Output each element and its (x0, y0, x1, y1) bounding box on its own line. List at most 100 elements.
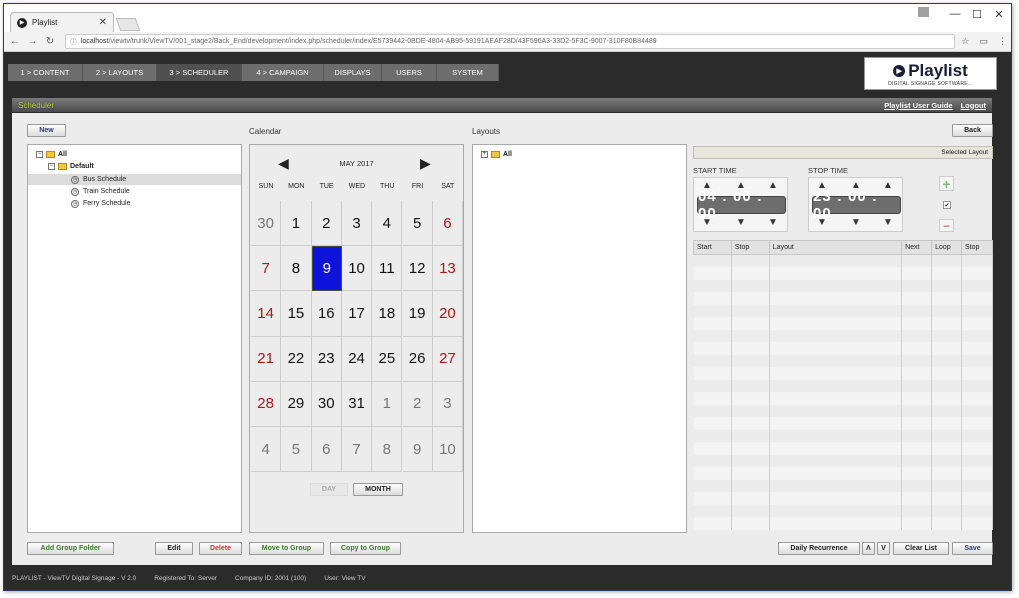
col-layout[interactable]: Layout (768, 240, 903, 255)
nav-campaign[interactable]: 4 > CAMPAIGN (242, 64, 324, 81)
logout-link[interactable]: Logout (961, 101, 986, 110)
calendar-day[interactable]: 7 (341, 427, 373, 473)
calendar-day[interactable]: 3 (341, 201, 373, 247)
table-row[interactable] (693, 454, 993, 467)
tree-item-train-schedule[interactable]: ◷ Train Schedule (71, 186, 130, 197)
table-row[interactable] (693, 442, 993, 455)
table-row[interactable] (693, 404, 993, 417)
calendar-day[interactable]: 22 (281, 336, 312, 382)
calendar-day[interactable]: 31 (341, 381, 373, 427)
copy-to-group-button[interactable]: Copy to Group (330, 542, 401, 555)
tree-folder-default[interactable]: − Default (48, 161, 94, 172)
clear-list-button[interactable]: Clear List (893, 542, 949, 555)
forward-arrow-icon[interactable]: → (26, 36, 40, 47)
start-hour-down[interactable]: ▼ (696, 217, 718, 228)
table-row[interactable] (693, 254, 993, 267)
check-icon[interactable]: ✔ (943, 201, 951, 209)
maximize-button[interactable]: ☐ (966, 8, 988, 21)
col-stop-2[interactable]: Stop (961, 240, 993, 255)
bookmark-star-icon[interactable]: ☆ (961, 36, 973, 47)
calendar-day[interactable]: 8 (281, 246, 312, 292)
stop-sec-down[interactable]: ▼ (877, 217, 899, 228)
calendar-day[interactable]: 23 (311, 336, 342, 382)
col-next[interactable]: Next (901, 240, 933, 255)
collapse-icon[interactable]: − (36, 151, 43, 158)
table-row[interactable] (693, 367, 993, 380)
table-row[interactable] (693, 492, 993, 505)
calendar-day[interactable]: 13 (432, 246, 464, 292)
calendar-day[interactable]: 14 (251, 291, 282, 337)
tree-item-ferry-schedule[interactable]: ◷ Ferry Schedule (71, 198, 130, 209)
col-start[interactable]: Start (693, 240, 732, 255)
calendar-day[interactable]: 17 (341, 291, 373, 337)
calendar-day[interactable]: 5 (402, 201, 433, 247)
calendar-day[interactable]: 2 (402, 381, 433, 427)
calendar-day[interactable]: 26 (402, 336, 433, 382)
cast-icon[interactable]: ▭ (979, 36, 992, 47)
start-min-down[interactable]: ▼ (730, 217, 752, 228)
add-group-folder-button[interactable]: Add Group Folder (27, 542, 114, 555)
expand-icon[interactable]: + (481, 151, 488, 158)
table-row[interactable] (693, 417, 993, 430)
calendar-day[interactable]: 2 (311, 201, 342, 247)
calendar-day[interactable]: 12 (402, 246, 433, 292)
table-row[interactable] (693, 392, 993, 405)
table-row[interactable] (693, 267, 993, 280)
calendar-day[interactable]: 1 (281, 201, 312, 247)
calendar-day[interactable]: 4 (372, 201, 403, 247)
url-input[interactable]: ⓘ localhost/viewtv/trunk/ViewTV/001_stag… (64, 34, 956, 49)
calendar-day[interactable]: 30 (311, 381, 342, 427)
calendar-day[interactable]: 7 (251, 246, 282, 292)
add-icon[interactable]: + (939, 176, 954, 192)
tab-close-icon[interactable]: ✕ (99, 17, 107, 28)
minimize-button[interactable]: — (944, 8, 966, 20)
collapse-icon[interactable]: − (48, 163, 55, 170)
move-up-button[interactable]: Λ (862, 542, 875, 555)
back-arrow-icon[interactable]: ← (8, 36, 22, 47)
calendar-day[interactable]: 28 (251, 381, 282, 427)
col-stop[interactable]: Stop (730, 240, 770, 255)
calendar-day[interactable]: 30 (251, 201, 282, 247)
new-schedule-button[interactable]: New (27, 124, 66, 137)
calendar-day[interactable]: 21 (251, 336, 282, 382)
close-window-button[interactable]: ✕ (988, 8, 1010, 21)
stop-min-down[interactable]: ▼ (845, 217, 867, 228)
month-view-button[interactable]: MONTH (353, 483, 403, 496)
calendar-day[interactable]: 8 (372, 427, 403, 473)
calendar-day[interactable]: 25 (372, 336, 403, 382)
table-row[interactable] (693, 354, 993, 367)
user-guide-link[interactable]: Playlist User Guide (884, 101, 952, 110)
table-row[interactable] (693, 317, 993, 330)
calendar-day[interactable]: 4 (251, 427, 282, 473)
table-row[interactable] (693, 279, 993, 292)
calendar-day[interactable]: 18 (372, 291, 403, 337)
calendar-day[interactable]: 15 (281, 291, 312, 337)
nav-system[interactable]: SYSTEM (437, 64, 499, 81)
delete-button[interactable]: Delete (199, 542, 242, 555)
browser-tab[interactable]: ▶ Playlist ✕ (10, 12, 114, 32)
move-down-button[interactable]: V (877, 542, 890, 555)
nav-displays[interactable]: DISPLAYS (324, 64, 382, 81)
move-to-group-button[interactable]: Move to Group (249, 542, 324, 555)
day-view-button[interactable]: DAY (310, 483, 348, 496)
calendar-day[interactable]: 9 (311, 246, 342, 292)
new-tab-button[interactable] (115, 18, 141, 31)
calendar-day[interactable]: 19 (402, 291, 433, 337)
table-row[interactable] (693, 342, 993, 355)
tree-root[interactable]: − All (36, 149, 67, 160)
calendar-day[interactable]: 16 (311, 291, 342, 337)
daily-recurrence-button[interactable]: Daily Recurrence (778, 542, 860, 555)
reload-icon[interactable]: ↻ (43, 36, 57, 47)
back-button[interactable]: Back (952, 124, 993, 137)
user-profile-icon[interactable] (918, 7, 929, 17)
calendar-day[interactable]: 3 (432, 381, 464, 427)
calendar-day[interactable]: 10 (341, 246, 373, 292)
layouts-root[interactable]: + All (481, 149, 512, 160)
nav-content[interactable]: 1 > CONTENT (8, 64, 83, 81)
calendar-day[interactable]: 6 (311, 427, 342, 473)
calendar-day[interactable]: 5 (281, 427, 312, 473)
calendar-day[interactable]: 6 (432, 201, 464, 247)
table-row[interactable] (693, 379, 993, 392)
calendar-day[interactable]: 29 (281, 381, 312, 427)
calendar-day[interactable]: 27 (432, 336, 464, 382)
